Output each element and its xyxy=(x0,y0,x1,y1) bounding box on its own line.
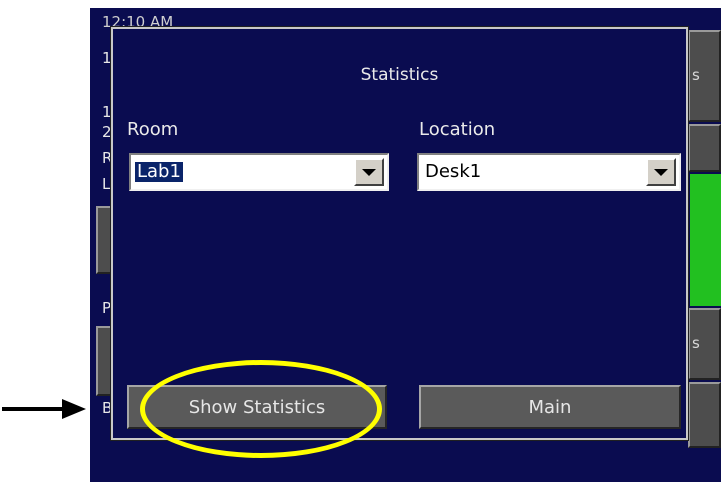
background-button-right-3[interactable]: s xyxy=(688,308,721,380)
room-dropdown[interactable]: Lab1 xyxy=(129,153,389,191)
room-value[interactable]: Lab1 xyxy=(135,162,183,182)
background-button-right-4[interactable] xyxy=(688,382,721,448)
room-dropdown-button[interactable] xyxy=(354,158,384,186)
main-button[interactable]: Main xyxy=(419,385,681,429)
location-dropdown[interactable]: Desk1 xyxy=(417,153,681,191)
room-label: Room xyxy=(127,119,179,140)
dialog-title: Statistics xyxy=(360,65,439,85)
background-text-5: L xyxy=(102,175,111,193)
chevron-down-icon xyxy=(362,168,376,176)
location-dropdown-button[interactable] xyxy=(646,158,676,186)
pointer-arrow-icon xyxy=(2,399,86,419)
chevron-down-icon xyxy=(654,168,668,176)
status-bar-green xyxy=(690,174,721,306)
statistics-dialog: Statistics Room Lab1 Location Desk1 Show… xyxy=(110,26,689,441)
background-text-6: P xyxy=(102,299,112,317)
show-statistics-button[interactable]: Show Statistics xyxy=(127,385,387,429)
background-button-right-2[interactable] xyxy=(688,124,721,172)
background-button-right-3-label: s xyxy=(692,334,700,352)
background-button-right-1[interactable]: s xyxy=(688,30,721,122)
location-label: Location xyxy=(419,119,496,140)
background-button-right-1-label: s xyxy=(692,66,700,84)
location-value[interactable]: Desk1 xyxy=(423,162,483,182)
